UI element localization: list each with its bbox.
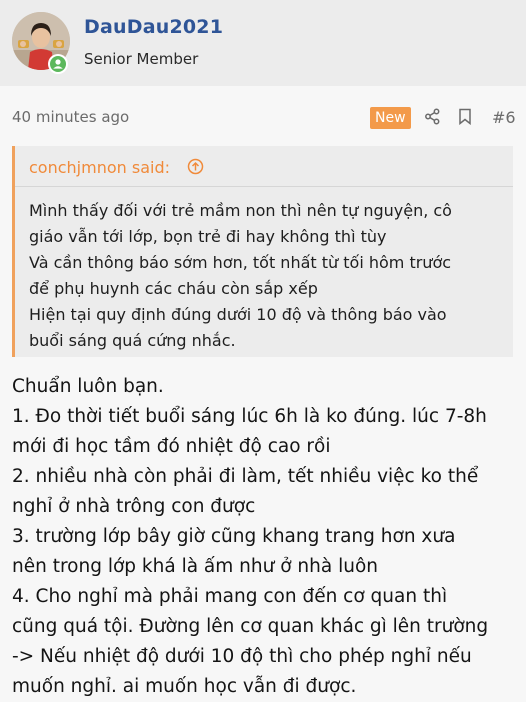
- message-line: nghỉ ở nhà trông con được: [12, 496, 256, 517]
- quote-line: để phụ huynh các cháu còn sắp xếp: [29, 279, 318, 298]
- new-badge: New: [370, 107, 411, 129]
- share-icon[interactable]: [424, 108, 441, 129]
- post-meta: 40 minutes ago New #6: [0, 104, 526, 132]
- online-status-icon: [48, 54, 68, 74]
- post-header: DauDau2021 Senior Member: [0, 0, 526, 86]
- post-message: Chuẩn luôn bạn. 1. Đo thời tiết buổi sán…: [12, 372, 522, 702]
- post-number[interactable]: #6: [492, 108, 516, 127]
- quote-line: Mình thấy đối với trẻ mầm non thì nên tự…: [29, 201, 452, 220]
- quote-line: buổi sáng quá cứng nhắc.: [29, 331, 236, 350]
- quote-line: Hiện tại quy định đúng dưới 10 độ và thô…: [29, 305, 447, 324]
- jump-to-quote-icon[interactable]: [187, 158, 204, 179]
- user-title: Senior Member: [84, 50, 199, 68]
- message-line: 4. Cho nghỉ mà phải mang con đến cơ quan…: [12, 586, 448, 607]
- post-timestamp[interactable]: 40 minutes ago: [12, 108, 129, 126]
- message-line: mới đi học tầm đó nhiệt độ cao rồi: [12, 436, 331, 457]
- quote-author[interactable]: conchjmnon said:: [29, 158, 170, 177]
- quote-block: conchjmnon said: Mình thấy đối với trẻ m…: [12, 146, 513, 357]
- message-line: 2. nhiều nhà còn phải đi làm, tết nhiều …: [12, 466, 479, 487]
- quote-header: conchjmnon said:: [15, 146, 513, 187]
- message-line: muốn nghỉ. ai muốn học vẫn đi được.: [12, 676, 357, 697]
- message-line: 3. trường lớp bây giờ cũng khang trang h…: [12, 526, 456, 547]
- quote-line: giáo vẫn tới lớp, bọn trẻ đi hay không t…: [29, 227, 387, 246]
- quote-line: Và cần thông báo sớm hơn, tốt nhất từ tố…: [29, 253, 452, 272]
- message-line: cũng quá tội. Đường lên cơ quan khác gì …: [12, 616, 489, 637]
- message-line: Chuẩn luôn bạn.: [12, 376, 164, 397]
- quote-content: Mình thấy đối với trẻ mầm non thì nên tự…: [29, 198, 507, 354]
- username[interactable]: DauDau2021: [84, 16, 223, 38]
- message-line: -> Nếu nhiệt độ dưới 10 độ thì cho phép …: [12, 646, 472, 667]
- message-line: 1. Đo thời tiết buổi sáng lúc 6h là ko đ…: [12, 406, 487, 427]
- bookmark-icon[interactable]: [458, 108, 472, 129]
- message-line: nên trong lớp khá là ấm như ở nhà luôn: [12, 556, 378, 577]
